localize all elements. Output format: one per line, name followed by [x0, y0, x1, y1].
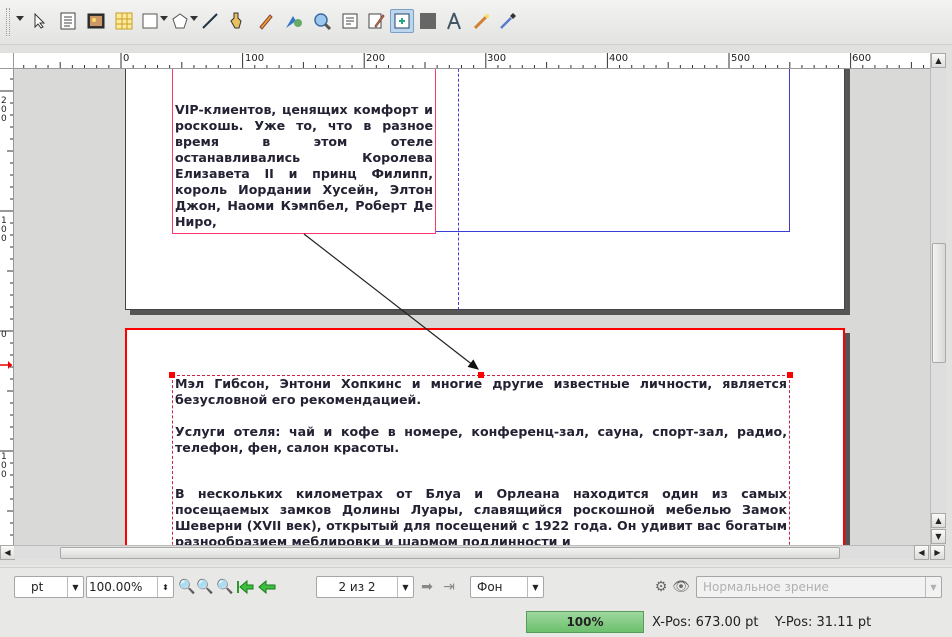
ruler-label: 500: [731, 53, 751, 64]
frame-handle[interactable]: [787, 372, 793, 378]
frame-handle[interactable]: [169, 372, 175, 378]
visual-mode-select[interactable]: Нормальное зрение ▼: [696, 576, 942, 598]
scroll-up-icon[interactable]: ▲: [931, 513, 946, 528]
layer-select[interactable]: Фон ▼: [470, 576, 544, 598]
visual-mode-value: Нормальное зрение: [703, 580, 829, 594]
spin-arrows-icon[interactable]: ⬍: [157, 577, 173, 597]
scroll-left-icon[interactable]: ◀: [914, 545, 929, 560]
page-value: 2 из 2: [338, 580, 376, 594]
unit-value: pt: [31, 580, 44, 594]
edit-text-icon[interactable]: [364, 9, 388, 33]
zoom-out-icon[interactable]: 🔍: [178, 578, 196, 596]
preview-mode-icon[interactable]: ⚙: [652, 578, 670, 596]
main-toolbar: [0, 0, 952, 45]
canvas-area: 0 100 200 300 400 500 600 2 0 0 1 0 0 0 …: [0, 45, 952, 565]
frame-2-paragraph-2: Услуги отеля: чай и кофе в номере, конфе…: [175, 424, 787, 455]
text-frame-2[interactable]: Мэл Гибсон, Энтони Хопкинс и многие друг…: [172, 375, 790, 545]
ruler-label: 600: [852, 53, 872, 64]
ruler-label: 2 0 0: [1, 96, 7, 124]
unit-select[interactable]: pt ▼: [14, 576, 84, 598]
frame-handle[interactable]: [478, 372, 484, 378]
zoom-icon[interactable]: [310, 9, 334, 33]
frame-1-text: VIP-клиентов, ценящих комфорт и роскошь.…: [175, 102, 433, 229]
progress-bar: 100%: [526, 611, 644, 633]
eye-icon[interactable]: 👁: [672, 578, 690, 596]
unlink-frames-icon[interactable]: [416, 9, 440, 33]
status-bar: 100% X-Pos: 673.00 pt Y-Pos: 31.11 pt: [0, 603, 952, 637]
chevron-down-icon[interactable]: [190, 16, 198, 21]
eyedropper-icon[interactable]: [496, 9, 520, 33]
layer-value: Фон: [477, 580, 503, 594]
zoom-in-icon[interactable]: 🔍: [216, 578, 234, 596]
zoom-value: 100.00%: [89, 580, 143, 594]
chevron-down-icon[interactable]: [16, 16, 24, 21]
chevron-down-icon[interactable]: ▼: [67, 577, 83, 597]
rotate-icon[interactable]: [282, 9, 306, 33]
y-position: Y-Pos: 31.11 pt: [774, 615, 872, 630]
column-guide: [458, 69, 459, 310]
zoom-100-icon[interactable]: 🔍: [196, 578, 214, 596]
ruler-label: 1 0 0: [1, 452, 7, 480]
toolbar-grip[interactable]: [6, 8, 10, 36]
vertical-ruler[interactable]: 2 0 0 1 0 0 0 1 0 0: [0, 69, 14, 545]
ruler-label: 100: [245, 53, 265, 64]
first-page-icon[interactable]: [236, 578, 254, 596]
ruler-label: 1 0 0: [1, 216, 7, 244]
ruler-corner[interactable]: [0, 53, 14, 69]
x-position: X-Pos: 673.00 pt: [652, 615, 759, 630]
ruler-position-marker: [0, 361, 12, 369]
horizontal-scrollbar[interactable]: [14, 545, 930, 559]
horizontal-scroll-thumb[interactable]: [60, 547, 840, 559]
chevron-down-icon[interactable]: ▼: [925, 577, 941, 597]
text-frame-1[interactable]: VIP-клиентов, ценящих комфорт и роскошь.…: [172, 69, 436, 234]
vertical-scroll-thumb[interactable]: [932, 243, 946, 363]
chevron-down-icon[interactable]: ▼: [397, 577, 413, 597]
ruler-label: 300: [487, 53, 507, 64]
freehand-icon[interactable]: [254, 9, 278, 33]
vertical-scrollbar[interactable]: ▲ ▲ ▼: [930, 53, 946, 545]
chevron-down-icon[interactable]: ▼: [527, 577, 543, 597]
previous-page-icon[interactable]: [258, 578, 276, 596]
edit-contents-icon[interactable]: [338, 9, 362, 33]
select-arrow-icon[interactable]: [28, 9, 52, 33]
scroll-down-icon[interactable]: ▼: [931, 529, 946, 544]
table-icon[interactable]: [112, 9, 136, 33]
measure-icon[interactable]: [442, 9, 466, 33]
ruler-label: 0: [123, 53, 130, 64]
last-page-icon[interactable]: ⇥: [440, 578, 458, 596]
bezier-icon[interactable]: [226, 9, 250, 33]
frame-2-paragraph-1: Мэл Гибсон, Энтони Хопкинс и многие друг…: [175, 376, 787, 407]
cursor-position: X-Pos: 673.00 pt Y-Pos: 31.11 pt: [652, 615, 871, 630]
text-frame-icon[interactable]: [56, 9, 80, 33]
chevron-down-icon[interactable]: [160, 16, 168, 21]
image-frame-icon[interactable]: [84, 9, 108, 33]
ruler-label: 400: [609, 53, 629, 64]
line-icon[interactable]: [198, 9, 222, 33]
frame-2-paragraph-3: В нескольких километрах от Блуа и Орлеан…: [175, 486, 787, 545]
copy-properties-icon[interactable]: [470, 9, 494, 33]
bottom-toolbar: pt ▼ 100.00% ⬍ 🔍 🔍 🔍 2 из 2 ▼ ➡ ⇥ Фон ▼ …: [0, 567, 952, 603]
scroll-up-icon[interactable]: ▲: [931, 53, 946, 68]
shape-icon[interactable]: [138, 9, 162, 33]
document-viewport[interactable]: VIP-клиентов, ценящих комфорт и роскошь.…: [14, 69, 930, 545]
scroll-right-icon[interactable]: ▶: [930, 545, 945, 560]
link-frames-icon[interactable]: [390, 9, 414, 33]
zoom-input[interactable]: 100.00% ⬍: [86, 576, 174, 598]
ruler-label: 200: [366, 53, 386, 64]
page-select[interactable]: 2 из 2 ▼: [316, 576, 414, 598]
polygon-icon[interactable]: [168, 9, 192, 33]
horizontal-ruler[interactable]: 0 100 200 300 400 500 600: [14, 53, 930, 69]
ruler-label: 0: [1, 330, 7, 340]
next-page-icon[interactable]: ➡: [418, 578, 436, 596]
scroll-left-icon[interactable]: ◀: [0, 545, 15, 560]
